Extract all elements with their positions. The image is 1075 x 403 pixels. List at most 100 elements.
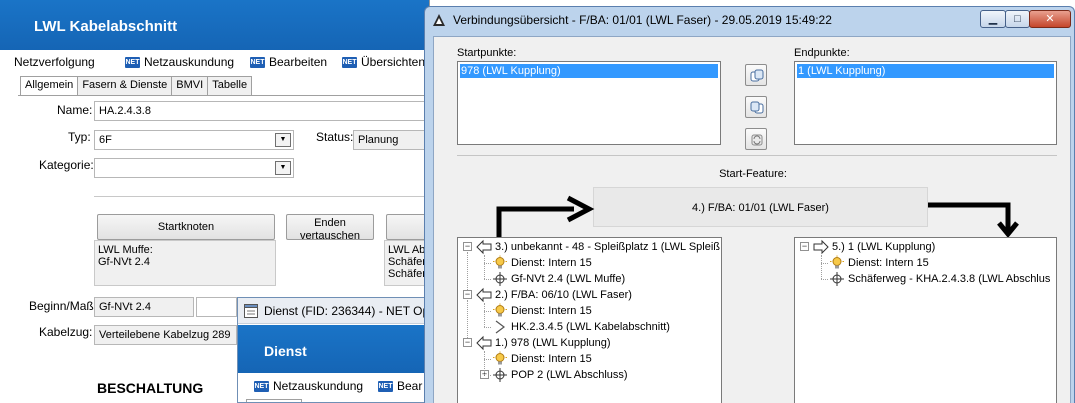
list-item[interactable]: 1 (LWL Kupplung) [797,64,1054,78]
tab-tabelle[interactable]: Tabelle [207,76,253,95]
button-label-line1: Enden [314,217,346,229]
tree-node[interactable]: HK.2.3.4.5 (LWL Kabelabschnitt) [492,319,670,335]
tree-node[interactable]: Dienst: Intern 15 [492,351,592,367]
kategorie-select[interactable]: ▼ [94,158,294,178]
menu-netzauskundung[interactable]: NET Netzauskundung [254,379,363,393]
end-tree[interactable]: 5.) 1 (LWL Kupplung) − Dienst: Intern 15 Sc… [794,237,1057,403]
menu-bearbeiten[interactable]: NET Bear [378,379,422,393]
chevron-down-icon[interactable]: ▼ [275,133,291,147]
typ-select[interactable]: 6F ▼ [94,130,294,150]
tab-divider [18,95,429,96]
tree-node[interactable]: 1.) 978 (LWL Kupplung) [476,335,611,351]
tree-node[interactable]: 3.) unbekannt - 48 - Spleißplatz 1 (LWL … [476,239,720,255]
tree-connector [821,279,828,280]
menu-label: Bear [397,379,423,393]
menu-bar: Netzverfolgung NET Netzauskundung NET Be… [0,50,429,74]
net-icon: NET [125,56,140,68]
tree-node-label: POP 2 (LWL Abschluss) [511,369,628,381]
menu-label: Übersichten [361,55,426,69]
net-icon: NET [342,56,357,68]
tree-node[interactable]: Gf-NVt 2.4 (LWL Muffe) [492,271,625,287]
typ-label: Typ: [68,130,91,144]
flow-arrow-start [496,195,595,241]
copy-start-button[interactable] [745,64,767,86]
tree-connector [484,359,491,360]
arrow-right-icon [813,239,829,255]
collapse-toggle-icon[interactable]: − [463,338,472,347]
cable-icon [492,319,508,335]
separator [94,196,429,197]
tree-node-label: HK.2.3.4.5 (LWL Kabelabschnitt) [511,321,670,333]
menu-label: Netzauskundung [144,55,235,69]
tree-node[interactable]: Dienst: Intern 15 [829,255,929,271]
mass-field[interactable] [196,297,237,317]
list-item[interactable]: 978 (LWL Kupplung) [460,64,718,78]
tree-node-label: Dienst: Intern 15 [511,305,592,317]
minimize-button[interactable]: ▁ [980,10,1006,28]
start-tree[interactable]: 3.) unbekannt - 48 - Spleißplatz 1 (LWL … [457,237,722,403]
dialog-title: Verbindungsübersicht - F/BA: 01/01 (LWL … [453,13,832,27]
typ-value: 6F [99,134,112,146]
arrow-left-icon [476,335,492,351]
tab-allgemein[interactable]: Allgemein [20,76,79,96]
menu-bearbeiten[interactable]: NET Bearbeiten [250,55,327,69]
swap-icon [751,134,763,146]
menu-uebersichten[interactable]: NET Übersichten [342,55,425,69]
tree-node-label: 2.) F/BA: 06/10 (LWL Faser) [495,289,632,301]
tree-connector [821,255,822,279]
menu-netzauskundung[interactable]: NET Netzauskundung [125,55,234,69]
tree-node-label: Gf-NVt 2.4 (LWL Muffe) [511,273,626,285]
bulb-icon [492,255,508,271]
collapse-toggle-icon[interactable]: − [463,290,472,299]
tree-node[interactable]: Dienst: Intern 15 [492,255,592,271]
tree-node-label: 5.) 1 (LWL Kupplung) [832,241,936,253]
menu-label: Bearbeiten [269,55,328,69]
dienst-window: Dienst (FID: 236344) - NET Op Dienst NET… [237,297,430,403]
startpunkte-list[interactable]: 978 (LWL Kupplung) [457,61,721,145]
tree-node[interactable]: 5.) 1 (LWL Kupplung) [813,239,935,255]
enden-vertauschen-button[interactable]: Enden vertauschen [286,214,374,242]
dienst-titlebar[interactable]: Dienst (FID: 236344) - NET Op [238,298,429,324]
tree-connector [484,303,485,327]
tree-node[interactable]: POP 2 (LWL Abschluss) [492,367,628,383]
net-icon: NET [250,56,265,68]
crosshair-icon [829,271,845,287]
collapse-toggle-icon[interactable]: − [800,242,809,251]
crosshair-icon [492,271,508,287]
tree-node[interactable]: 2.) F/BA: 06/10 (LWL Faser) [476,287,632,303]
kabelzug-field[interactable]: Verteilebene Kabelzug 289 [94,325,237,345]
button-label-line2: vertauschen [300,230,360,242]
tree-node[interactable]: Schäferweg - KHA.2.4.3.8 (LWL Abschlus [829,271,1050,287]
copy-end-button[interactable] [745,96,767,118]
tab-fasern-dienste[interactable]: Fasern & Dienste [77,76,173,95]
bulb-icon [829,255,845,271]
tab-stub[interactable] [246,399,302,402]
beschaltung-heading: BESCHALTUNG [97,380,204,396]
tree-connector [484,351,485,375]
tree-connector [484,279,491,280]
tree-node-label: Dienst: Intern 15 [848,257,929,269]
close-button[interactable]: ✕ [1029,10,1071,28]
collapse-toggle-icon[interactable]: − [463,242,472,251]
tree-connector [484,327,491,328]
tree-node[interactable]: Dienst: Intern 15 [492,303,592,319]
status-field[interactable]: Planung [353,130,429,150]
copy-right-icon [750,101,764,114]
chevron-down-icon[interactable]: ▼ [275,161,291,175]
dienst-menu-bar: NET Netzauskundung NET Bear [238,373,429,402]
verbindungsuebersicht-dialog: Verbindungsübersicht - F/BA: 01/01 (LWL … [424,6,1075,403]
kabelzug-label: Kabelzug: [39,325,93,339]
swap-button[interactable] [745,128,767,150]
maximize-button[interactable]: □ [1005,10,1030,28]
beginn-field[interactable]: Gf-NVt 2.4 [94,297,194,317]
tree-node-label: 1.) 978 (LWL Kupplung) [495,337,611,349]
endpunkte-list[interactable]: 1 (LWL Kupplung) [794,61,1057,145]
tab-bmvi[interactable]: BMVI [171,76,209,95]
menu-netzverfolgung[interactable]: Netzverfolgung [14,55,95,69]
startknoten-button[interactable]: Startknoten [97,214,275,240]
name-field[interactable]: HA.2.4.3.8 [94,101,429,121]
name-label: Name: [57,103,93,117]
tree-connector [821,263,828,264]
dienst-header: Dienst [238,325,429,373]
separator [457,155,1057,156]
